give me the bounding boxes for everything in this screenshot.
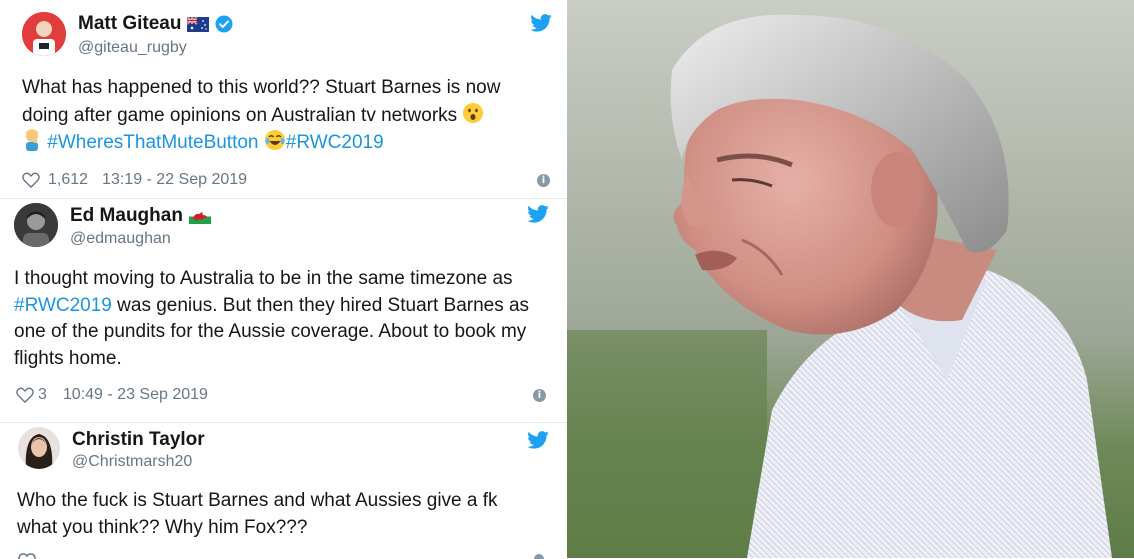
- australia-flag-icon: [187, 16, 210, 32]
- avatar[interactable]: [22, 12, 66, 56]
- twitter-bird-icon[interactable]: [527, 431, 549, 449]
- tweet-christin-taylor: Christin Taylor @Christmarsh20 Who the f…: [0, 422, 567, 559]
- facepalm-emoji-icon: [26, 129, 38, 151]
- surprised-face-emoji-icon: [463, 102, 484, 123]
- timestamp[interactable]: 13:19 - 22 Sep 2019: [102, 171, 247, 189]
- display-name[interactable]: Christin Taylor: [72, 429, 205, 451]
- tweet-matt-giteau: Matt Giteau @giteau_rugby What has happe…: [0, 0, 574, 198]
- hashtag-link[interactable]: #WheresThatMuteButton: [47, 132, 258, 153]
- twitter-bird-icon[interactable]: [527, 205, 549, 223]
- handle[interactable]: @Christmarsh20: [72, 453, 192, 471]
- tweet-meta: 1,612 13:19 - 22 Sep 2019: [22, 171, 247, 189]
- man-portrait-image: [567, 0, 1134, 558]
- tweet-text: What has happened to this world?? Stuart…: [22, 77, 501, 153]
- tweet-text: Who the fuck is Stuart Barnes and what A…: [17, 490, 498, 538]
- avatar[interactable]: [14, 203, 58, 247]
- heart-icon[interactable]: [18, 553, 36, 559]
- avatar-icon: [18, 427, 60, 469]
- heart-icon[interactable]: [22, 172, 40, 188]
- handle[interactable]: @giteau_rugby: [78, 39, 187, 57]
- photo-man-grimacing: [567, 0, 1134, 558]
- verified-badge-icon: [215, 15, 233, 33]
- avatar-icon: [22, 12, 66, 56]
- hashtag-link[interactable]: #RWC2019: [286, 132, 384, 153]
- info-icon[interactable]: i: [533, 389, 546, 402]
- wales-flag-icon: [188, 208, 211, 224]
- info-icon[interactable]: [534, 554, 544, 559]
- hashtag-link[interactable]: #RWC2019: [14, 295, 112, 316]
- tweet-text: I thought moving to Australia to be in t…: [14, 268, 530, 369]
- display-name[interactable]: Ed Maughan: [70, 205, 211, 227]
- info-icon[interactable]: i: [537, 174, 550, 187]
- tweet-ed-maughan: Ed Maughan @edmaughan I thought moving t…: [0, 198, 567, 423]
- display-name[interactable]: Matt Giteau: [78, 13, 233, 35]
- timestamp[interactable]: 10:49 - 23 Sep 2019: [63, 386, 208, 404]
- tweet-meta: 3 10:49 - 23 Sep 2019: [16, 386, 208, 404]
- tears-of-joy-emoji-icon: [264, 130, 285, 150]
- twitter-bird-icon[interactable]: [530, 14, 552, 32]
- heart-icon[interactable]: [16, 387, 34, 403]
- like-count: 3: [38, 386, 47, 403]
- like-count: 1,612: [48, 171, 89, 188]
- avatar-icon: [14, 203, 58, 247]
- avatar[interactable]: [18, 427, 60, 469]
- handle[interactable]: @edmaughan: [70, 230, 171, 248]
